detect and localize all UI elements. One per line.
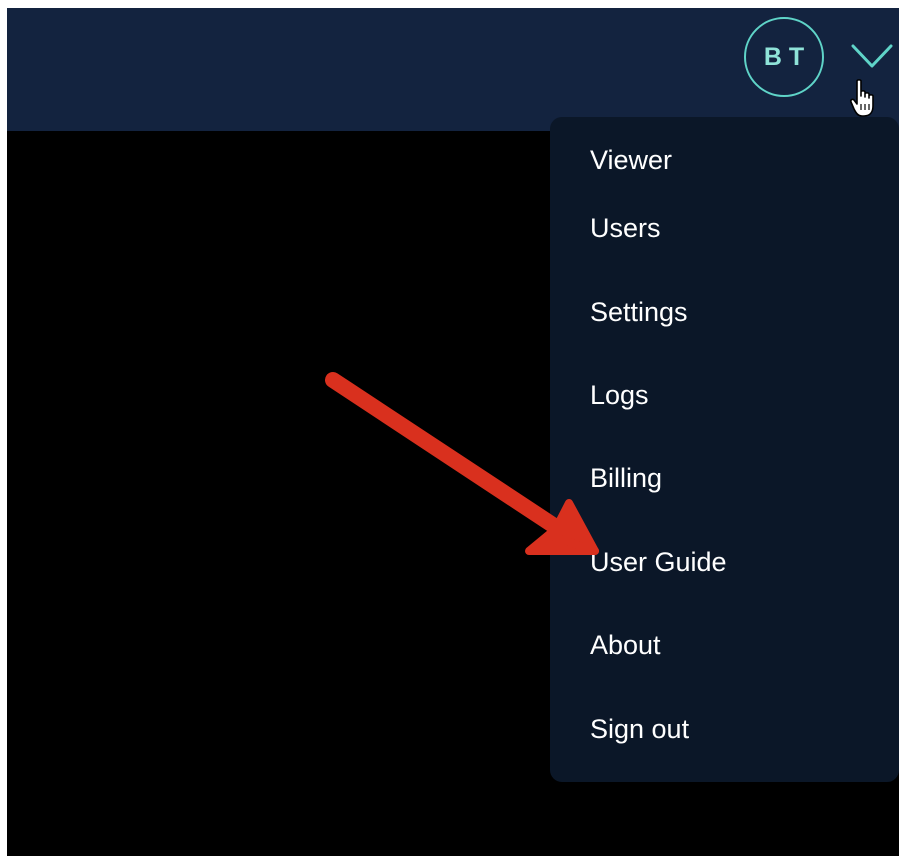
avatar-initials: BT (763, 42, 812, 71)
red-arrow-annotation-icon (325, 372, 599, 555)
menu-item-viewer[interactable]: Viewer (550, 131, 899, 187)
user-avatar-button[interactable]: BT (744, 17, 824, 97)
menu-item-sign-out[interactable]: Sign out (550, 687, 899, 770)
menu-item-settings[interactable]: Settings (550, 270, 899, 353)
chevron-down-icon[interactable] (850, 42, 894, 70)
top-bar: BT (7, 8, 899, 131)
app-window: BT Viewer Users Settings Logs Billing Us… (7, 8, 899, 856)
menu-item-users[interactable]: Users (550, 187, 899, 270)
hand-pointer-cursor-icon (849, 79, 874, 117)
menu-item-about[interactable]: About (550, 604, 899, 687)
